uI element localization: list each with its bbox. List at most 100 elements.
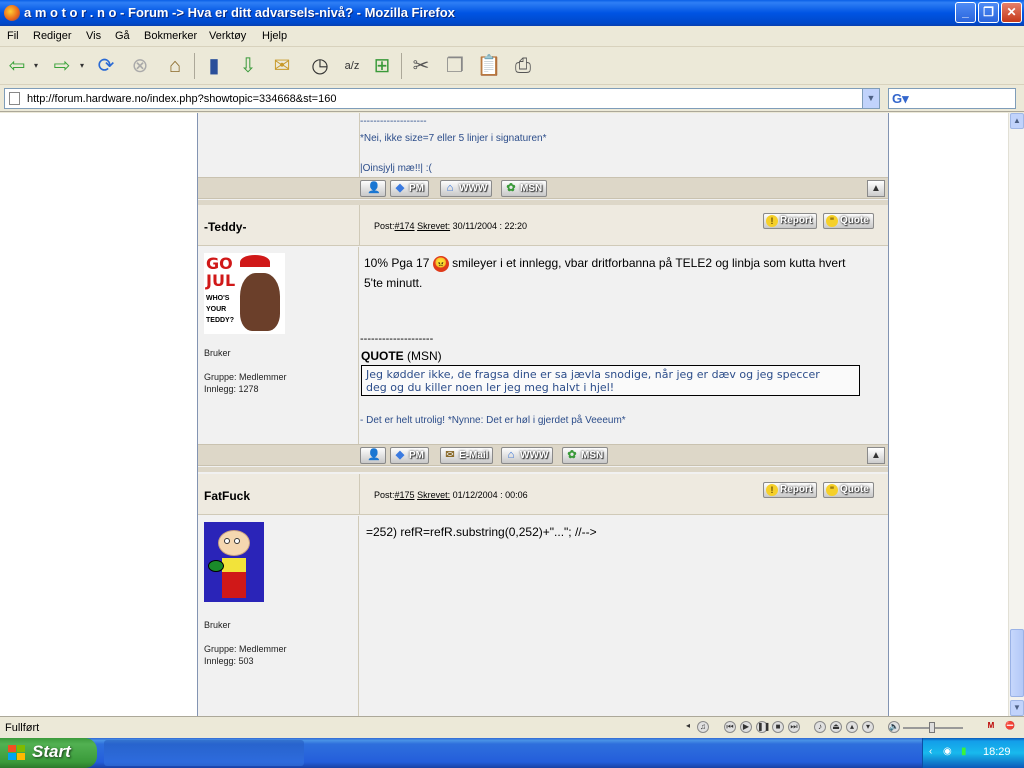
url-dropdown-icon[interactable]: ▼: [862, 89, 879, 108]
profile-button[interactable]: 👤: [360, 447, 386, 464]
start-button[interactable]: Start: [0, 738, 97, 768]
angry-smiley-icon: 😠: [432, 255, 449, 272]
mail-icon[interactable]: ✉: [268, 52, 296, 80]
navigation-toolbar: ⇦ ▾ ⇨ ▾ ⟳ ⊗ ⌂ ▮ ⇩ ✉ ◷ a/z ⊞ ✂ ❐ 📋 ⎙: [0, 47, 1024, 85]
tray-expand-icon[interactable]: ‹: [929, 746, 941, 759]
post-number-link[interactable]: #174: [395, 221, 415, 231]
pm-button[interactable]: ◆ PM: [390, 447, 429, 464]
volume-thumb[interactable]: [929, 722, 935, 733]
taskbar-item[interactable]: [104, 740, 304, 766]
post-text-line2: 5'te minutt.: [364, 276, 423, 290]
back-dropdown-icon[interactable]: ▾: [30, 52, 42, 80]
home-icon[interactable]: ⌂: [161, 52, 189, 80]
adblock-icon[interactable]: ⛔: [1004, 721, 1016, 733]
title-bar: a m o t o r . n o - Forum -> Hva er ditt…: [0, 0, 1024, 26]
media-icon[interactable]: ♫: [697, 721, 709, 733]
google-icon[interactable]: G▾: [892, 91, 909, 107]
url-text: http://forum.hardware.no/index.php?showt…: [27, 93, 337, 105]
quote-header: QUOTE (MSN): [361, 349, 442, 363]
msn-tray-icon[interactable]: ◉: [943, 746, 955, 759]
msn-button[interactable]: ✿ MSN: [562, 447, 609, 464]
collapse-icon[interactable]: ▴: [846, 721, 858, 733]
user-group: Gruppe: Medlemmer: [204, 372, 287, 382]
prev-track-icon[interactable]: ⏮: [724, 721, 736, 733]
signature-line: |Oinsjylj mæ!!| :(: [360, 163, 432, 174]
user-rank: Bruker: [204, 620, 231, 630]
menu-vis[interactable]: Vis: [86, 30, 101, 42]
eject-icon[interactable]: ⏏: [830, 721, 842, 733]
post-body: Bruker Gruppe: Medlemmer Innlegg: 503 =2…: [198, 516, 888, 716]
www-button[interactable]: ⌂ WWW: [501, 447, 554, 464]
forward-dropdown-icon[interactable]: ▾: [76, 52, 88, 80]
copy-icon[interactable]: ❐: [441, 52, 469, 80]
pm-button[interactable]: ◆ PM: [390, 180, 429, 197]
status-bar: Fullført ◂ ♫ ⏮ ▶ ❚❚ ■ ⏭ ♪ ⏏ ▴ ▾ 🔈 M ⛔: [0, 716, 1024, 738]
vertical-scrollbar[interactable]: ▲ ▼: [1008, 113, 1024, 716]
report-button[interactable]: ! Report: [763, 213, 818, 229]
menu-fil[interactable]: Fil: [7, 30, 19, 42]
reload-icon[interactable]: ⟳: [92, 52, 120, 80]
menu-rediger[interactable]: Rediger: [33, 30, 72, 42]
expand-icon[interactable]: ▾: [862, 721, 874, 733]
menu-bar: Fil Rediger Vis Gå Bokmerker Verktøy Hje…: [0, 26, 1024, 70]
gmail-icon[interactable]: M: [985, 721, 997, 733]
email-button[interactable]: ✉ E-Mail: [440, 447, 494, 464]
new-tab-icon[interactable]: ⊞: [368, 52, 396, 80]
playlist-icon[interactable]: ♪: [814, 721, 826, 733]
scroll-thumb[interactable]: [1010, 629, 1024, 697]
system-tray: ‹ ◉ ▮ 18:29: [922, 738, 1024, 768]
menu-bokmerker[interactable]: Bokmerker: [144, 30, 197, 42]
stop-media-icon[interactable]: ■: [772, 721, 784, 733]
paste-icon[interactable]: 📋: [475, 52, 503, 80]
scroll-top-button[interactable]: ▲: [867, 180, 885, 197]
clock: 18:29: [983, 746, 1011, 758]
msn-button[interactable]: ✿ MSN: [501, 180, 548, 197]
post-body: GO JUL WHO'S YOUR TEDDY? Bruker Gruppe: …: [198, 247, 888, 444]
sig-divider: --------------------: [360, 333, 434, 345]
post-date: 30/11/2004 : 22:20: [452, 221, 527, 231]
search-input[interactable]: G▾: [888, 88, 1016, 109]
forward-icon[interactable]: ⇨: [48, 52, 76, 80]
post-author[interactable]: FatFuck: [204, 489, 250, 503]
post-header: FatFuck Post:#175 Skrevet: 01/12/2004 : …: [198, 474, 888, 515]
written-label: Skrevet:: [417, 490, 451, 500]
next-track-icon[interactable]: ⏭: [788, 721, 800, 733]
post-author[interactable]: -Teddy-: [204, 220, 246, 234]
left-arrow-icon[interactable]: ◂: [682, 721, 694, 733]
translate-icon[interactable]: a/z: [338, 52, 366, 80]
menu-ga[interactable]: Gå: [115, 30, 130, 42]
cut-icon[interactable]: ✂: [407, 52, 435, 80]
windows-logo-icon: [8, 745, 26, 761]
forum-topic: -------------------- *Nei, ikke size=7 e…: [197, 113, 889, 716]
user-group: Gruppe: Medlemmer: [204, 644, 287, 654]
scroll-down-icon[interactable]: ▼: [1010, 700, 1024, 716]
bookmarks-icon[interactable]: ▮: [200, 52, 228, 80]
network-icon[interactable]: ▮: [961, 746, 973, 759]
download-icon[interactable]: ⇩: [234, 52, 262, 80]
post-number-link[interactable]: #175: [395, 490, 415, 500]
menu-verktoy[interactable]: Verktøy: [209, 30, 246, 42]
address-bar: http://forum.hardware.no/index.php?showt…: [0, 86, 1024, 112]
minimize-button[interactable]: _: [955, 2, 976, 23]
www-button[interactable]: ⌂ WWW: [440, 180, 493, 197]
scroll-top-button[interactable]: ▲: [867, 447, 885, 464]
url-input[interactable]: http://forum.hardware.no/index.php?showt…: [4, 88, 880, 109]
print-icon[interactable]: ⎙: [509, 52, 537, 80]
pause-icon[interactable]: ❚❚: [756, 721, 770, 733]
close-button[interactable]: ✕: [1001, 2, 1022, 23]
history-icon[interactable]: ◷: [306, 52, 334, 80]
post-header: -Teddy- Post:#174 Skrevet: 30/11/2004 : …: [198, 205, 888, 246]
volume-icon[interactable]: 🔈: [888, 721, 900, 733]
quote-button[interactable]: " Quote: [823, 213, 874, 229]
menu-hjelp[interactable]: Hjelp: [262, 30, 287, 42]
report-button[interactable]: ! Report: [763, 482, 818, 498]
play-icon[interactable]: ▶: [740, 721, 752, 733]
scroll-up-icon[interactable]: ▲: [1010, 113, 1024, 129]
profile-button[interactable]: 👤: [360, 180, 386, 197]
back-icon[interactable]: ⇦: [3, 52, 31, 80]
stop-icon[interactable]: ⊗: [126, 52, 154, 80]
quote-button[interactable]: " Quote: [823, 482, 874, 498]
maximize-button[interactable]: ❐: [978, 2, 999, 23]
status-text: Fullført: [5, 722, 40, 734]
user-post-count: Innlegg: 503: [204, 656, 254, 666]
